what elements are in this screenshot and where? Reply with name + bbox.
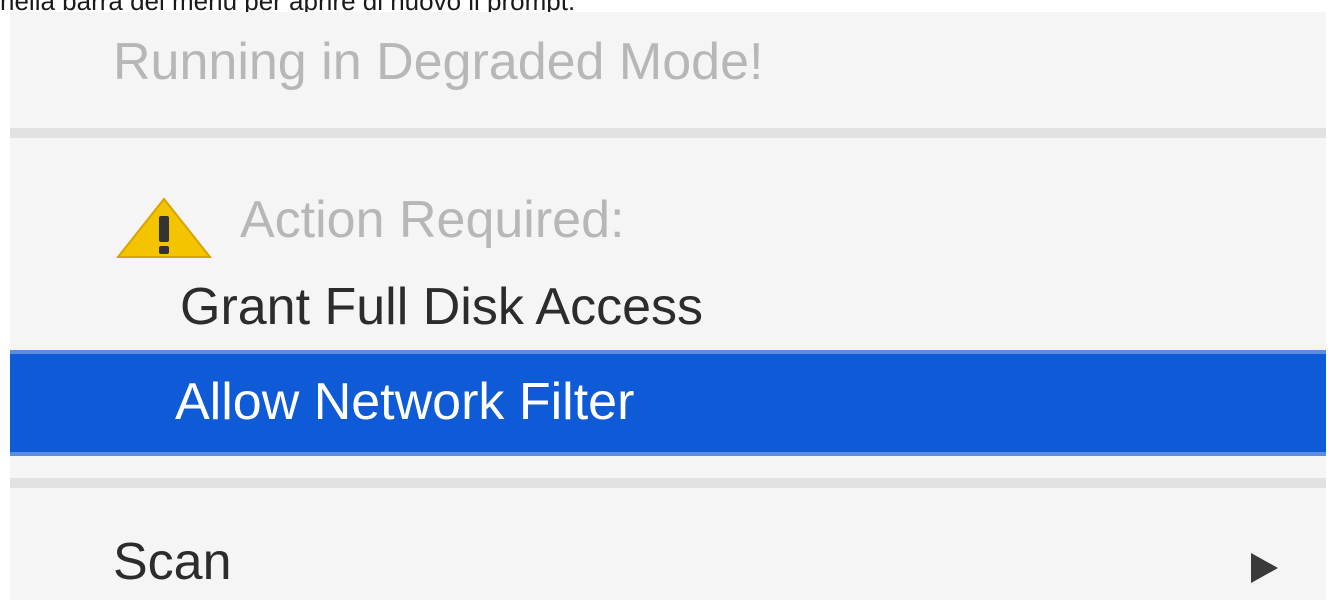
allow-network-filter-label: Allow Network Filter bbox=[175, 373, 635, 431]
menu-separator bbox=[10, 128, 1326, 138]
grant-full-disk-access-item[interactable]: Grant Full Disk Access bbox=[10, 281, 1326, 351]
scan-label: Scan bbox=[113, 533, 232, 591]
action-required-label: Action Required: bbox=[240, 191, 625, 249]
warning-icon-svg bbox=[115, 197, 213, 258]
allow-network-filter-item[interactable]: Allow Network Filter bbox=[10, 350, 1326, 456]
dropdown-menu: Running in Degraded Mode! Action Require… bbox=[10, 12, 1326, 600]
grant-full-disk-access-label: Grant Full Disk Access bbox=[180, 278, 704, 336]
warning-icon bbox=[115, 197, 213, 259]
screenshot-page: nella barra dei menu per aprire di nuovo… bbox=[0, 0, 1331, 600]
status-menu-item: Running in Degraded Mode! bbox=[10, 36, 1326, 102]
submenu-arrow-icon bbox=[1251, 553, 1278, 583]
action-required-header: Action Required: bbox=[10, 194, 1326, 260]
status-label: Running in Degraded Mode! bbox=[113, 33, 764, 91]
highlight-edge-bottom bbox=[10, 452, 1326, 456]
highlight-edge-top bbox=[10, 350, 1326, 354]
scan-menu-item[interactable]: Scan bbox=[10, 524, 1326, 600]
menu-separator bbox=[10, 478, 1326, 488]
